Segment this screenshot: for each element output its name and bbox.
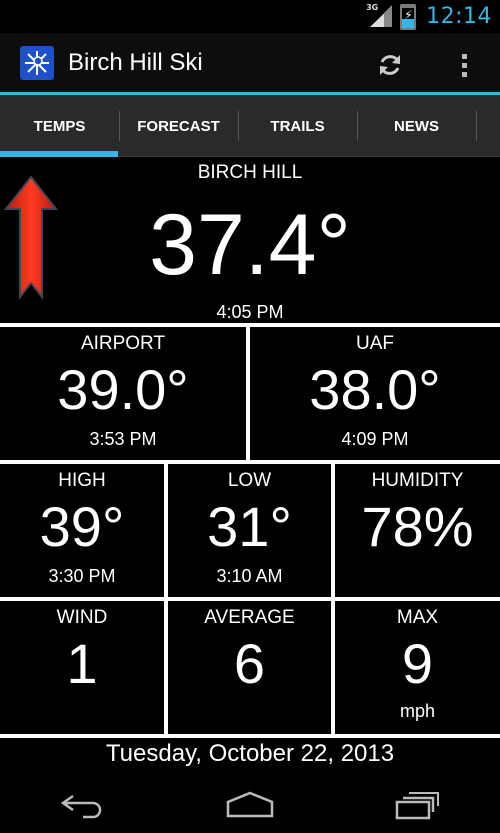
navigation-bar <box>0 776 500 833</box>
high-label: HIGH <box>58 470 106 491</box>
max-label: MAX <box>396 607 439 628</box>
airport-temp: 39.0° <box>57 358 189 421</box>
low-time: 3:10 AM <box>216 566 283 586</box>
refresh-button[interactable] <box>372 47 408 83</box>
high-time: 3:30 PM <box>48 566 116 586</box>
grid-divider <box>0 734 500 738</box>
low-cell: LOW 31° 3:10 AM <box>168 464 331 597</box>
low-label: LOW <box>227 470 272 491</box>
refresh-icon <box>380 55 400 75</box>
battery-icon: ⚡ <box>400 3 417 30</box>
birch-hill-time: 4:05 PM <box>216 302 284 322</box>
average-value: 6 <box>233 632 266 695</box>
uaf-label: UAF <box>356 333 394 354</box>
uaf-time: 4:09 PM <box>341 429 409 449</box>
status-clock: 12:14 <box>426 4 492 29</box>
wind-cell: WIND 1 <box>0 601 164 734</box>
airport-label: AIRPORT <box>80 333 166 354</box>
wind-value: 1 <box>66 632 98 695</box>
humidity-value: 78% <box>361 495 474 558</box>
humidity-cell: HUMIDITY 78% <box>335 464 500 597</box>
average-cell: AVERAGE 6 <box>168 601 331 734</box>
action-bar: Birch Hill Ski <box>0 33 500 95</box>
app-title: Birch Hill Ski <box>68 48 203 76</box>
date-label: Tuesday, October 22, 2013 <box>105 740 395 767</box>
overflow-menu-icon[interactable] <box>446 47 482 83</box>
tab-bar: TEMPS FORECAST TRAILS NEWS <box>0 95 500 157</box>
wind-label: WIND <box>56 607 108 628</box>
low-value: 31° <box>207 495 292 558</box>
home-button[interactable] <box>220 785 280 825</box>
tab-temps[interactable]: TEMPS <box>0 95 119 157</box>
max-unit: mph <box>399 701 435 721</box>
birch-hill-temp: 37.4° <box>149 197 351 293</box>
status-bar: 3G ⚡ 12:14 <box>0 0 500 33</box>
back-button[interactable] <box>53 785 113 825</box>
tab-bar-divider <box>476 95 500 156</box>
average-label: AVERAGE <box>204 607 295 628</box>
tab-forecast[interactable]: FORECAST <box>119 95 238 157</box>
signal-icon: 3G <box>366 3 394 29</box>
airport-cell: AIRPORT 39.0° 3:53 PM <box>0 327 246 460</box>
birch-hill-panel: BIRCH HILL 37.4° 4:05 PM <box>0 157 500 323</box>
humidity-label: HUMIDITY <box>371 470 464 491</box>
tab-news[interactable]: NEWS <box>357 95 476 157</box>
uaf-cell: UAF 38.0° 4:09 PM <box>250 327 500 460</box>
birch-hill-label: BIRCH HILL <box>197 162 303 183</box>
high-value: 39° <box>39 495 125 558</box>
home-icon <box>226 791 274 817</box>
high-cell: HIGH 39° 3:30 PM <box>0 464 164 597</box>
uaf-temp: 38.0° <box>309 358 441 421</box>
recent-apps-button[interactable] <box>387 785 447 825</box>
airport-time: 3:53 PM <box>89 429 157 449</box>
max-value: 9 <box>401 632 434 695</box>
max-cell: MAX 9 mph <box>335 601 500 734</box>
tab-trails[interactable]: TRAILS <box>238 95 357 157</box>
recent-apps-icon <box>395 791 439 819</box>
app-logo-icon[interactable] <box>20 45 54 80</box>
back-icon <box>61 794 102 818</box>
